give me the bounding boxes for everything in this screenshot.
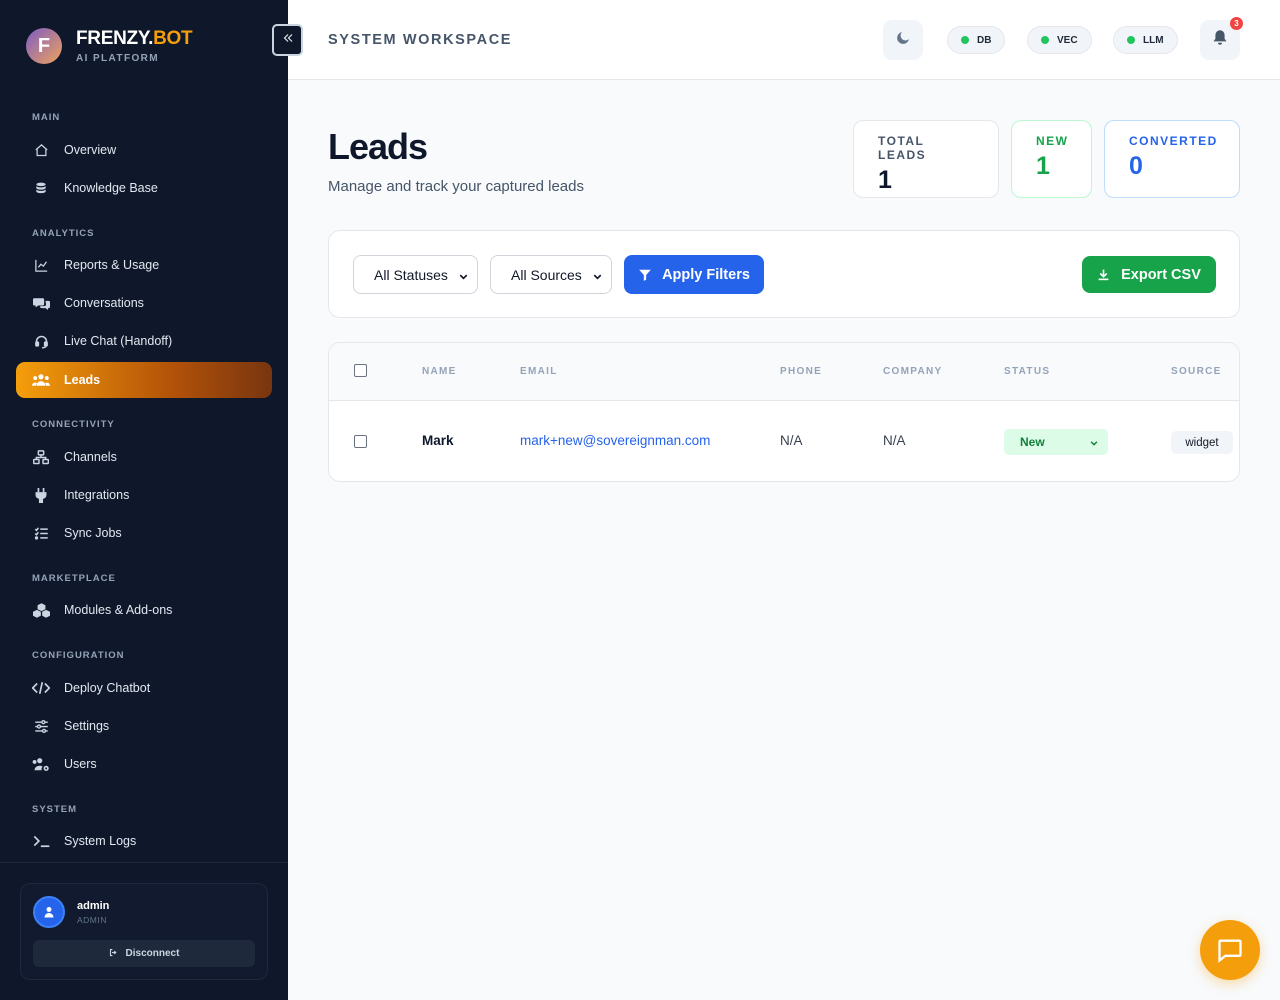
users-cog-icon (32, 757, 50, 772)
status-dot (1041, 36, 1049, 44)
user-card: admin ADMIN Disconnect (20, 883, 268, 980)
collapse-sidebar-button[interactable] (272, 24, 303, 56)
chat-widget-button[interactable] (1200, 920, 1260, 980)
status-dot (961, 36, 969, 44)
nav-section-main: MAIN (32, 112, 61, 123)
avatar[interactable] (33, 896, 65, 928)
sidebar: F FRENZY.BOT AI PLATFORM MAIN Overview K… (0, 0, 288, 1000)
brand-logo: F (26, 28, 62, 64)
home-icon (32, 143, 50, 158)
disconnect-button[interactable]: Disconnect (33, 940, 255, 967)
header-email[interactable]: EMAIL (520, 366, 558, 377)
user-name: admin (77, 900, 110, 912)
sliders-icon (32, 719, 50, 734)
page-subtitle: Manage and track your captured leads (328, 178, 584, 195)
chevron-down-icon (592, 269, 603, 285)
sidebar-item-sync-jobs[interactable]: Sync Jobs (16, 515, 272, 551)
nav-section-system: SYSTEM (32, 804, 78, 815)
chevrons-left-icon (282, 31, 294, 49)
nav-section-analytics: ANALYTICS (32, 228, 95, 239)
nav-section-configuration: CONFIGURATION (32, 650, 125, 661)
table-header: NAME EMAIL PHONE COMPANY STATUS SOURCE (329, 343, 1239, 401)
logout-icon (109, 948, 118, 960)
sidebar-divider (0, 862, 288, 863)
sidebar-item-users[interactable]: Users (16, 746, 272, 782)
code-icon (32, 681, 50, 695)
status-filter-select[interactable]: All Statuses (353, 255, 478, 294)
sidebar-item-live-chat[interactable]: Live Chat (Handoff) (16, 323, 272, 359)
chevron-down-icon (1089, 437, 1099, 451)
lead-status-select[interactable]: New (1004, 429, 1108, 455)
database-icon (32, 181, 50, 196)
channels-icon (32, 449, 50, 465)
stat-total-leads: TOTAL LEADS 1 (853, 120, 999, 198)
page-title: Leads (328, 126, 428, 167)
list-check-icon (32, 526, 50, 541)
lead-name: Mark (422, 433, 454, 448)
sidebar-item-channels[interactable]: Channels (16, 439, 272, 475)
status-pill-db: DB (947, 26, 1006, 54)
cubes-icon (32, 602, 50, 618)
nav-section-connectivity: CONNECTIVITY (32, 419, 115, 430)
chat-bubbles-icon (32, 296, 50, 311)
moon-icon (895, 30, 911, 51)
plug-icon (32, 487, 50, 503)
row-checkbox[interactable] (354, 435, 367, 448)
brand-name: FRENZY.BOT (76, 27, 193, 49)
headset-icon (32, 334, 50, 349)
chat-icon (1218, 939, 1242, 963)
lead-phone: N/A (780, 433, 803, 448)
chevron-down-icon (458, 269, 469, 285)
source-filter-select[interactable]: All Sources (490, 255, 612, 294)
lead-source-tag: widget (1171, 431, 1233, 454)
export-csv-button[interactable]: Export CSV (1082, 256, 1216, 293)
download-icon (1098, 269, 1109, 281)
lead-company: N/A (883, 433, 906, 448)
sidebar-item-deploy-chatbot[interactable]: Deploy Chatbot (16, 670, 272, 706)
header-source[interactable]: SOURCE (1171, 366, 1222, 377)
terminal-icon (32, 834, 50, 848)
bell-icon (1212, 29, 1228, 51)
users-icon (32, 373, 50, 387)
select-all-checkbox[interactable] (354, 364, 367, 377)
sidebar-item-modules[interactable]: Modules & Add-ons (16, 592, 272, 628)
apply-filters-button[interactable]: Apply Filters (624, 255, 764, 294)
header-company[interactable]: COMPANY (883, 366, 942, 377)
stat-new: NEW 1 (1011, 120, 1092, 198)
sidebar-item-system-logs[interactable]: System Logs (16, 823, 272, 859)
user-icon (44, 907, 54, 918)
sidebar-item-integrations[interactable]: Integrations (16, 477, 272, 513)
notification-badge: 3 (1230, 17, 1243, 30)
header-phone[interactable]: PHONE (780, 366, 822, 377)
header-name[interactable]: NAME (422, 366, 457, 377)
filter-bar: All Statuses All Sources Apply Filters E… (328, 230, 1240, 318)
user-role: ADMIN (77, 915, 107, 925)
status-pill-vec: VEC (1027, 26, 1092, 54)
stat-converted: CONVERTED 0 (1104, 120, 1240, 198)
theme-toggle-button[interactable] (883, 20, 923, 60)
status-dot (1127, 36, 1135, 44)
brand-subtitle: AI PLATFORM (76, 52, 159, 64)
topbar: SYSTEM WORKSPACE DB VEC LLM 3 (288, 0, 1280, 80)
sidebar-item-reports[interactable]: Reports & Usage (16, 247, 272, 283)
leads-table: NAME EMAIL PHONE COMPANY STATUS SOURCE M… (328, 342, 1240, 482)
brand[interactable]: F FRENZY.BOT AI PLATFORM (26, 27, 193, 64)
sidebar-item-settings[interactable]: Settings (16, 708, 272, 744)
status-pill-llm: LLM (1113, 26, 1178, 54)
filter-icon (639, 269, 651, 281)
sidebar-item-leads[interactable]: Leads (16, 362, 272, 398)
workspace-title: SYSTEM WORKSPACE (328, 32, 513, 48)
sidebar-item-conversations[interactable]: Conversations (16, 285, 272, 321)
sidebar-item-knowledge-base[interactable]: Knowledge Base (16, 170, 272, 206)
sidebar-item-overview[interactable]: Overview (16, 132, 272, 168)
header-status[interactable]: STATUS (1004, 366, 1050, 377)
lead-email-link[interactable]: mark+new@sovereignman.com (520, 433, 710, 448)
line-chart-icon (32, 258, 50, 273)
nav-section-marketplace: MARKETPLACE (32, 573, 116, 584)
